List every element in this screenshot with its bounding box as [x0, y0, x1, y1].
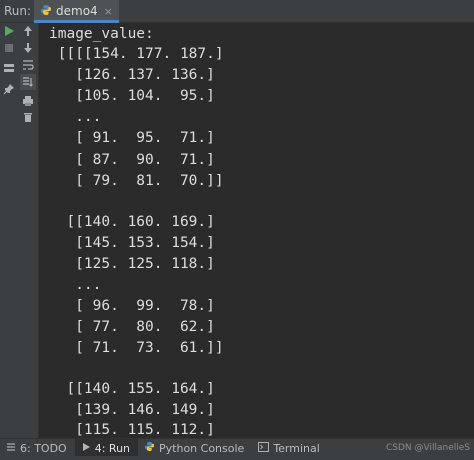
layout-icon[interactable]: [1, 60, 17, 76]
run-label: Run:: [4, 4, 32, 18]
tab-todo[interactable]: 6: TODO: [0, 439, 75, 457]
pin-icon[interactable]: [1, 81, 17, 97]
stop-icon[interactable]: [1, 40, 17, 56]
console-line: [ 71. 73. 61.]]: [49, 340, 224, 356]
console-line: [ 96. 99. 78.]: [49, 298, 215, 314]
down-arrow-icon[interactable]: [20, 40, 36, 56]
tab-terminal-label: Terminal: [273, 441, 320, 455]
console-line: [105. 104. 95.]: [49, 88, 215, 104]
console-line: [125. 125. 118.]: [49, 256, 215, 272]
console-line: ...: [49, 109, 102, 125]
trash-icon[interactable]: [20, 109, 36, 125]
soft-wrap-icon[interactable]: [20, 57, 36, 73]
python-file-icon: [40, 4, 52, 19]
console-output[interactable]: image_value: [[[[154. 177. 187.] [126. 1…: [39, 23, 474, 438]
scroll-to-end-icon[interactable]: [20, 74, 36, 90]
tab-run-label: 4: Run: [94, 441, 131, 455]
console-line: [145. 153. 154.]: [49, 235, 215, 251]
todo-icon: [6, 442, 16, 455]
tab-terminal[interactable]: Terminal: [252, 439, 328, 457]
run-toolbar: [0, 23, 39, 438]
print-icon[interactable]: [20, 93, 36, 109]
console-line: [[140. 155. 164.]: [49, 381, 215, 397]
run-header: Run: demo4 ×: [0, 0, 474, 23]
console-line: [126. 137. 136.]: [49, 67, 215, 83]
console-line: image_value:: [49, 26, 154, 42]
console-line: ...: [49, 277, 102, 293]
tab-todo-label: 6: TODO: [20, 441, 67, 455]
up-arrow-icon[interactable]: [20, 23, 36, 39]
run-tab-icon: [81, 442, 91, 455]
close-icon[interactable]: ×: [104, 5, 113, 18]
tool-window-bar: 6: TODO 4: Run Python Console Terminal C…: [0, 438, 474, 457]
status-bar: [0, 456, 474, 460]
tab-label: demo4: [56, 4, 98, 18]
console-line: [ 79. 81. 70.]]: [49, 173, 224, 189]
watermark: CSDN @VillanelleS: [386, 443, 470, 453]
console-line: [ 77. 80. 62.]: [49, 319, 215, 335]
console-line: [139. 146. 149.]: [49, 402, 215, 418]
console-line: [ 91. 95. 71.]: [49, 130, 215, 146]
run-icon[interactable]: [1, 23, 17, 39]
ide-run-window: Run: demo4 × image_value: [[[[154. 177. …: [0, 0, 474, 460]
console-line: [115. 115. 112.]: [49, 422, 215, 438]
console-line: [ 87. 90. 71.]: [49, 152, 215, 168]
console-line: [[[[154. 177. 187.]: [49, 46, 224, 62]
tab-demo4[interactable]: demo4 ×: [34, 0, 119, 23]
tab-python-console[interactable]: Python Console: [138, 439, 252, 457]
terminal-icon: [258, 441, 270, 455]
console-line: [[140. 160. 169.]: [49, 214, 215, 230]
python-console-icon: [144, 441, 155, 455]
tab-python-console-label: Python Console: [159, 441, 245, 455]
tab-run[interactable]: 4: Run: [74, 439, 139, 457]
